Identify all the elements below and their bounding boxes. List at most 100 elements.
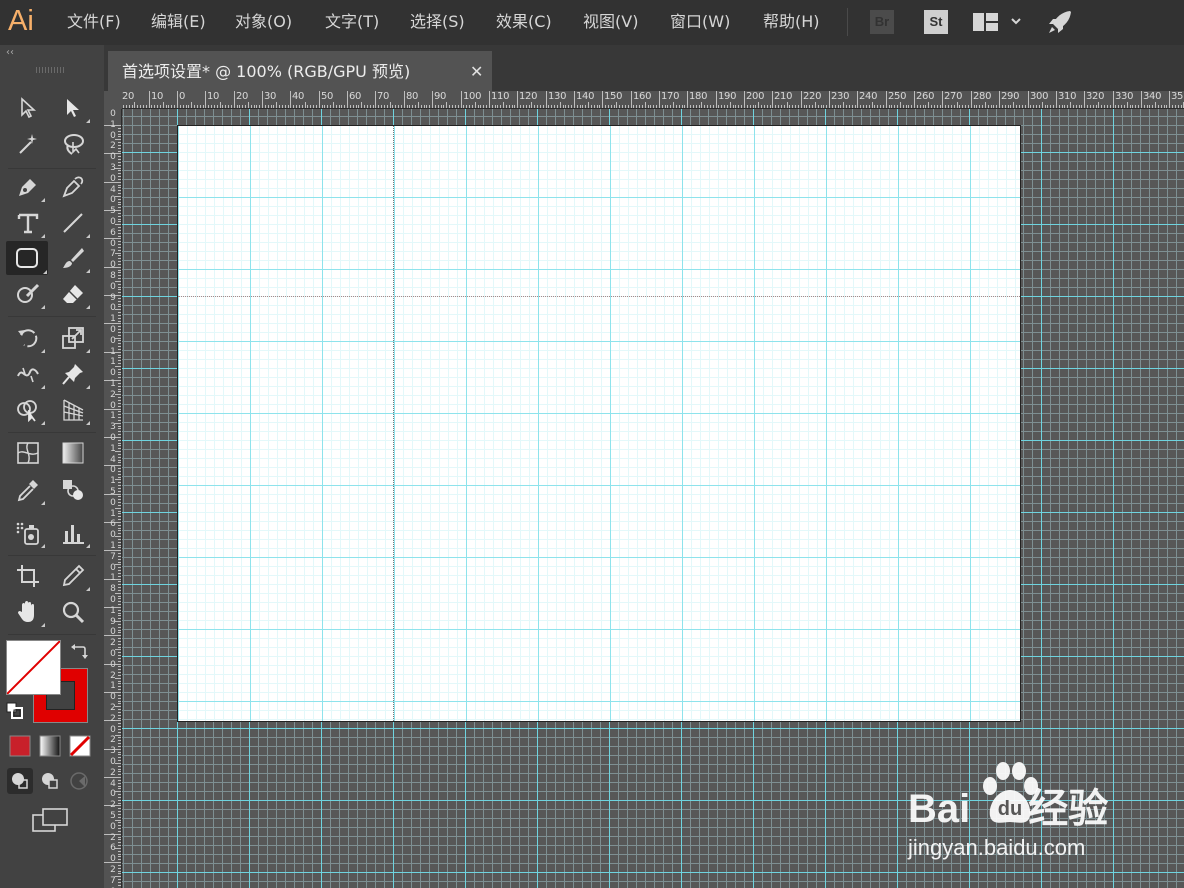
menu-view[interactable]: 视图(V) (583, 10, 638, 34)
vertical-guide[interactable] (393, 126, 394, 721)
ruler-origin[interactable] (104, 91, 121, 108)
ruler-tick (118, 496, 121, 497)
ruler-tick (690, 105, 691, 108)
menu-edit[interactable]: 编辑(E) (151, 10, 206, 34)
pen-tool[interactable] (10, 171, 46, 203)
ruler-tick (118, 528, 121, 529)
perspective-grid-tool[interactable] (55, 394, 91, 426)
menu-file[interactable]: 文件(F) (67, 10, 121, 34)
ruler-tick (350, 105, 351, 108)
draw-inside-button[interactable] (66, 768, 92, 794)
vertical-ruler[interactable]: 0102030405060708090100110120130140150160… (104, 109, 122, 888)
slice-tool[interactable] (55, 560, 91, 592)
ruler-tick (375, 91, 376, 108)
width-tool[interactable] (10, 358, 46, 390)
ruler-tick (1178, 105, 1179, 108)
draw-normal-button[interactable] (7, 768, 33, 794)
close-icon[interactable]: ✕ (470, 60, 483, 84)
ruler-label: 0 (110, 239, 116, 249)
ruler-label: 10 (207, 91, 220, 102)
scale-tool[interactable] (55, 322, 91, 354)
shape-builder-tool[interactable] (10, 394, 46, 426)
rotate-tool[interactable] (10, 322, 46, 354)
horizontal-guide[interactable] (178, 296, 1020, 297)
color-mode-button[interactable] (9, 735, 31, 757)
ruler-tick (118, 165, 121, 166)
width-icon (17, 367, 39, 383)
ruler-tick (452, 105, 453, 108)
eyedropper-tool[interactable] (10, 474, 46, 506)
line-segment-tool[interactable] (55, 207, 91, 239)
ruler-tick (1047, 105, 1048, 108)
ruler-tick (696, 105, 697, 108)
ruler-label: 20 (122, 91, 135, 102)
puppet-warp-tool[interactable] (55, 358, 91, 390)
mesh-tool[interactable] (10, 437, 46, 469)
ruler-tick (914, 91, 915, 108)
ruler-tick (574, 91, 575, 108)
menu-object[interactable]: 对象(O) (235, 10, 292, 34)
stock-button[interactable]: St (924, 10, 948, 34)
bridge-button[interactable]: Br (870, 10, 894, 34)
ruler-tick (432, 91, 433, 108)
column-graph-tool[interactable] (55, 517, 91, 549)
ruler-tick (118, 615, 121, 616)
ruler-tick (118, 261, 121, 262)
ruler-tick (118, 431, 121, 432)
default-fill-stroke-button[interactable] (6, 702, 24, 724)
fill-swatch[interactable] (6, 640, 61, 695)
ruler-tick (563, 105, 564, 108)
menu-select[interactable]: 选择(S) (410, 10, 465, 34)
curvature-tool[interactable] (55, 171, 91, 203)
menu-help[interactable]: 帮助(H) (763, 10, 820, 34)
ruler-tick (923, 105, 924, 108)
ruler-tick (1155, 102, 1156, 108)
hand-tool[interactable] (10, 596, 46, 628)
panel-grip[interactable] (36, 67, 64, 73)
ruler-tick (455, 105, 456, 108)
lasso-tool[interactable] (55, 128, 91, 160)
gradient-mode-button[interactable] (39, 735, 61, 757)
selection-tool[interactable] (10, 92, 46, 124)
ruler-label: 0 (110, 433, 116, 443)
ruler-tick (1036, 105, 1037, 108)
horizontal-ruler[interactable]: 20 10 0 10 20 30 40 50 60 70 80 90 100 110 120 130 140 15… (122, 91, 1184, 109)
ruler-tick (1016, 105, 1017, 108)
ruler-tick (633, 105, 634, 108)
workspace-switcher[interactable] (972, 12, 1024, 32)
artboard-tool[interactable] (10, 560, 46, 592)
symbol-sprayer-tool[interactable] (10, 517, 46, 549)
paintbrush-tool[interactable] (55, 242, 91, 274)
type-tool[interactable] (10, 207, 46, 239)
ruler-tick (237, 105, 238, 108)
ruler-label: 0 (110, 260, 116, 270)
document-tab[interactable]: 首选项设置* @ 100% (RGB/GPU 预览) ✕ (108, 51, 492, 91)
swap-fill-stroke-button[interactable] (70, 642, 88, 664)
eraser-tool[interactable] (55, 278, 91, 310)
ruler-tick (118, 349, 121, 350)
menu-effect[interactable]: 效果(C) (496, 10, 552, 34)
publish-button[interactable] (1046, 8, 1074, 36)
draw-behind-button[interactable] (37, 768, 63, 794)
magic-wand-tool[interactable] (10, 128, 46, 160)
zoom-tool[interactable] (55, 596, 91, 628)
screen-mode-button[interactable] (32, 808, 68, 838)
ruler-tick (118, 131, 121, 132)
blend-tool[interactable] (55, 474, 91, 506)
direct-selection-tool[interactable] (55, 92, 91, 124)
menu-window[interactable]: 窗口(W) (670, 10, 730, 34)
panel-collapse-button[interactable]: ‹‹ (6, 48, 14, 58)
ruler-tick (767, 105, 768, 108)
ruler-tick (665, 105, 666, 108)
ruler-tick (917, 105, 918, 108)
ruler-label: 330 (1115, 91, 1134, 102)
gradient-tool[interactable] (55, 437, 91, 469)
shaper-tool[interactable] (10, 278, 46, 310)
rectangle-tool[interactable] (6, 241, 48, 275)
ruler-tick (118, 213, 121, 214)
none-mode-button[interactable] (69, 735, 91, 757)
ruler-label: 7 (110, 876, 116, 886)
artboard[interactable] (177, 125, 1021, 722)
ruler-tick (478, 105, 479, 108)
menu-type[interactable]: 文字(T) (325, 10, 379, 34)
